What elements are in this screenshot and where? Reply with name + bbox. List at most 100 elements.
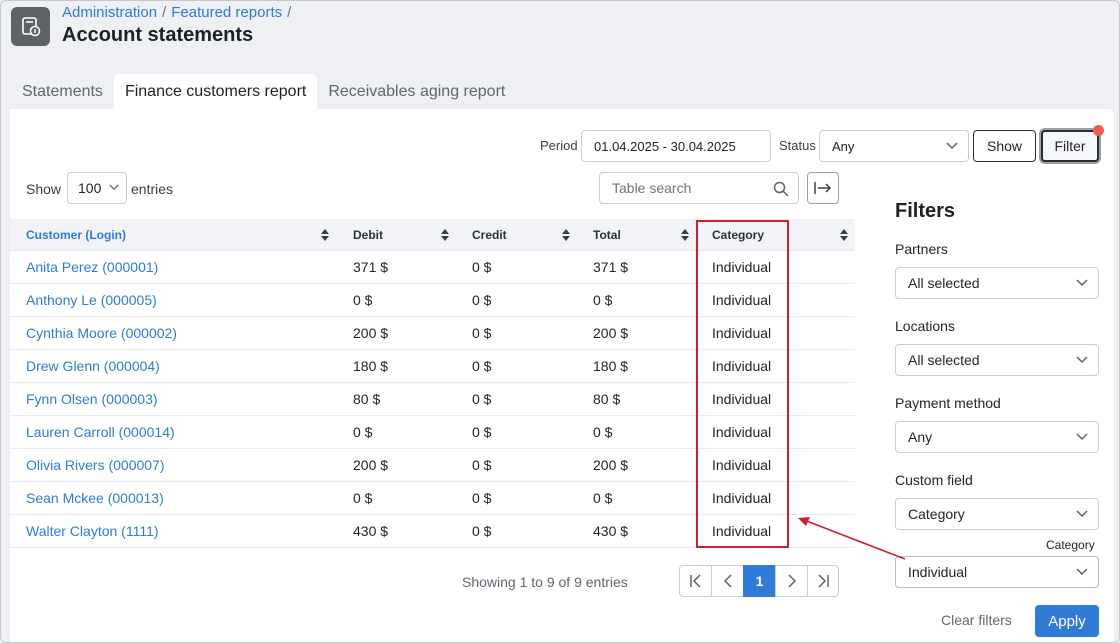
debit-cell: 0 $ bbox=[353, 292, 373, 308]
customer-link[interactable]: Olivia Rivers (000007) bbox=[26, 449, 165, 482]
column-header-credit[interactable]: Credit bbox=[472, 219, 507, 251]
credit-cell: 0 $ bbox=[472, 523, 492, 539]
show-entries-label: Show bbox=[26, 181, 62, 197]
chevron-down-icon bbox=[1076, 279, 1088, 287]
debit-cell: 430 $ bbox=[353, 523, 389, 539]
breadcrumb-administration[interactable]: Administration bbox=[62, 4, 157, 21]
previous-page-button[interactable] bbox=[711, 565, 744, 597]
debit-cell: 180 $ bbox=[353, 358, 389, 374]
period-value: 01.04.2025 - 30.04.2025 bbox=[594, 138, 736, 154]
sort-icon[interactable] bbox=[441, 229, 449, 241]
partners-select[interactable]: All selected bbox=[895, 267, 1099, 299]
sort-icon[interactable] bbox=[681, 229, 689, 241]
table-search-input[interactable]: Table search bbox=[599, 172, 799, 204]
total-cell: 200 $ bbox=[593, 325, 629, 341]
category-filter-select[interactable]: Individual bbox=[895, 556, 1099, 588]
chevron-down-icon bbox=[1076, 510, 1088, 518]
search-icon bbox=[773, 181, 789, 197]
tab-bar: Statements Finance customers report Rece… bbox=[11, 74, 516, 110]
last-page-button[interactable] bbox=[807, 565, 839, 597]
filters-title: Filters bbox=[895, 200, 956, 222]
next-page-button[interactable] bbox=[775, 565, 808, 597]
total-cell: 180 $ bbox=[593, 358, 629, 374]
breadcrumb-featured-reports[interactable]: Featured reports bbox=[171, 4, 282, 21]
period-input[interactable]: 01.04.2025 - 30.04.2025 bbox=[581, 130, 771, 162]
page-1-button[interactable]: 1 bbox=[743, 565, 776, 597]
apply-button[interactable]: Apply bbox=[1035, 605, 1099, 637]
payment-method-label: Payment method bbox=[895, 395, 1001, 411]
entries-value: 100 bbox=[78, 180, 102, 196]
breadcrumb: Administration / Featured reports / bbox=[62, 4, 296, 21]
customer-link[interactable]: Anthony Le (000005) bbox=[26, 284, 157, 317]
notification-dot bbox=[1093, 125, 1104, 136]
status-select[interactable]: Any bbox=[819, 130, 969, 162]
table-search-placeholder: Table search bbox=[612, 180, 692, 196]
table-info: Showing 1 to 9 of 9 entries bbox=[462, 574, 628, 590]
debit-cell: 200 $ bbox=[353, 457, 389, 473]
column-header-total[interactable]: Total bbox=[593, 219, 621, 251]
custom-field-value: Category bbox=[908, 506, 965, 522]
chevron-down-icon bbox=[109, 184, 119, 191]
sort-icon[interactable] bbox=[321, 229, 329, 241]
customer-link[interactable]: Fynn Olsen (000003) bbox=[26, 383, 158, 416]
entries-select[interactable]: 100 bbox=[67, 172, 127, 204]
debit-cell: 0 $ bbox=[353, 424, 373, 440]
total-cell: 430 $ bbox=[593, 523, 629, 539]
debit-cell: 0 $ bbox=[353, 490, 373, 506]
chevron-down-icon bbox=[946, 142, 958, 150]
breadcrumb-separator: / bbox=[287, 4, 292, 21]
statement-icon bbox=[11, 7, 50, 46]
locations-select[interactable]: All selected bbox=[895, 344, 1099, 376]
locations-value: All selected bbox=[908, 352, 980, 368]
tab-receivables-aging-report[interactable]: Receivables aging report bbox=[317, 74, 516, 110]
custom-field-select[interactable]: Category bbox=[895, 498, 1099, 530]
chevron-left-icon bbox=[723, 574, 732, 588]
export-arrow-icon bbox=[814, 182, 832, 194]
chevron-right-icon bbox=[787, 574, 796, 588]
export-button[interactable] bbox=[807, 172, 839, 204]
column-header-debit[interactable]: Debit bbox=[353, 219, 383, 251]
app-window: Administration / Featured reports / Account… bbox=[0, 0, 1120, 643]
annotation-arrow bbox=[798, 517, 906, 560]
credit-cell: 0 $ bbox=[472, 259, 492, 275]
first-page-icon bbox=[689, 574, 701, 588]
entries-label: entries bbox=[131, 181, 174, 197]
sort-icon[interactable] bbox=[840, 229, 848, 241]
tab-statements[interactable]: Statements bbox=[11, 74, 114, 110]
customer-link[interactable]: Lauren Carroll (000014) bbox=[26, 416, 175, 449]
chevron-down-icon bbox=[1076, 433, 1088, 441]
credit-cell: 0 $ bbox=[472, 424, 492, 440]
credit-cell: 0 $ bbox=[472, 358, 492, 374]
total-cell: 0 $ bbox=[593, 490, 613, 506]
sort-icon[interactable] bbox=[562, 229, 570, 241]
credit-cell: 0 $ bbox=[472, 457, 492, 473]
clear-filters-link[interactable]: Clear filters bbox=[941, 612, 1012, 628]
custom-field-label: Custom field bbox=[895, 472, 973, 488]
last-page-icon bbox=[818, 574, 829, 588]
locations-label: Locations bbox=[895, 318, 955, 334]
total-cell: 0 $ bbox=[593, 292, 613, 308]
customer-link[interactable]: Cynthia Moore (000002) bbox=[26, 317, 177, 350]
column-header-customer[interactable]: Customer (Login) bbox=[26, 219, 126, 251]
total-cell: 200 $ bbox=[593, 457, 629, 473]
category-filter-label: Category bbox=[1046, 538, 1095, 552]
total-cell: 0 $ bbox=[593, 424, 613, 440]
credit-cell: 0 $ bbox=[472, 325, 492, 341]
partners-label: Partners bbox=[895, 241, 948, 257]
chevron-down-icon bbox=[1076, 568, 1088, 576]
tab-finance-customers-report[interactable]: Finance customers report bbox=[113, 74, 318, 110]
category-column-highlight bbox=[696, 220, 789, 548]
chevron-down-icon bbox=[1076, 356, 1088, 364]
payment-method-select[interactable]: Any bbox=[895, 421, 1099, 453]
report-panel: Period 01.04.2025 - 30.04.2025 Status An… bbox=[10, 109, 1114, 642]
customer-link[interactable]: Drew Glenn (000004) bbox=[26, 350, 160, 383]
first-page-button[interactable] bbox=[679, 565, 712, 597]
show-button[interactable]: Show bbox=[973, 130, 1036, 162]
filter-button[interactable]: Filter bbox=[1041, 130, 1099, 162]
page-title: Account statements bbox=[62, 24, 254, 46]
debit-cell: 80 $ bbox=[353, 391, 381, 407]
debit-cell: 371 $ bbox=[353, 259, 389, 275]
customer-link[interactable]: Anita Perez (000001) bbox=[26, 251, 158, 284]
customer-link[interactable]: Walter Clayton (1111) bbox=[26, 515, 159, 548]
customer-link[interactable]: Sean Mckee (000013) bbox=[26, 482, 164, 515]
